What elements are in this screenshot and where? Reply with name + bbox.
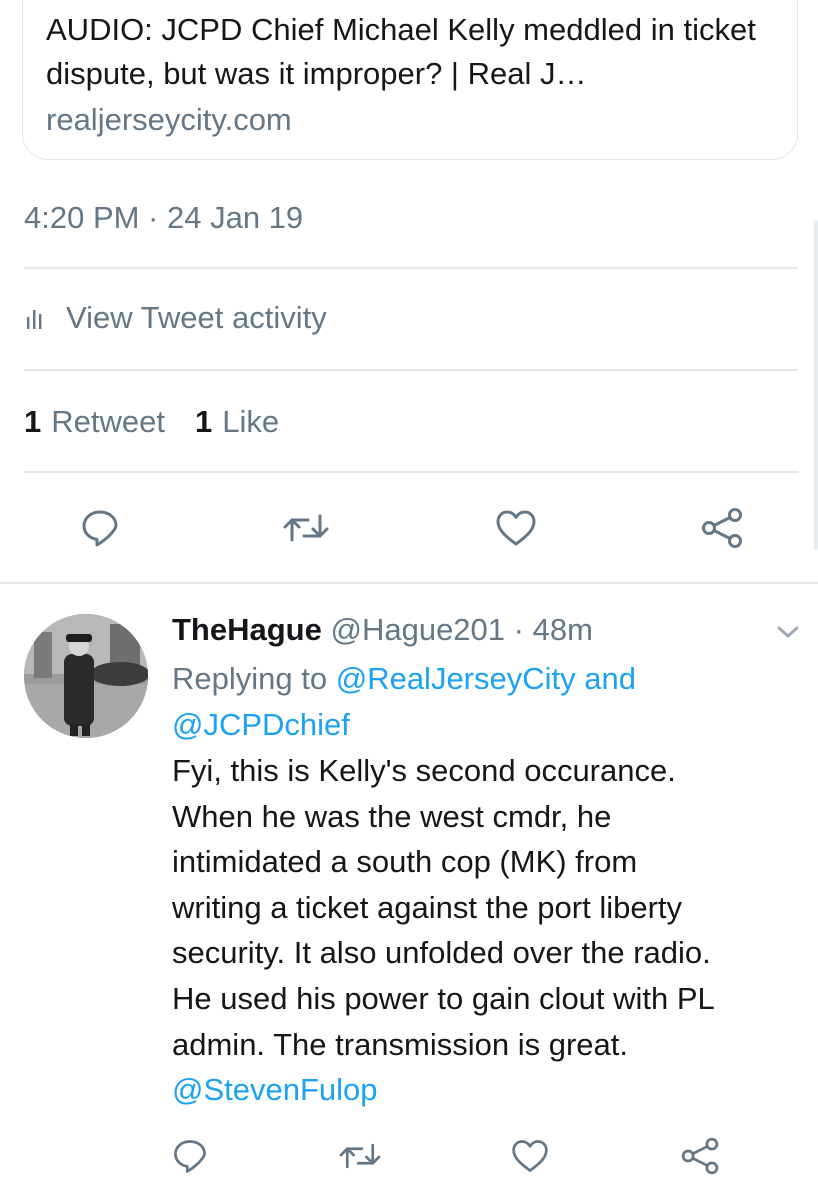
tweet-body-text: Fyi, this is Kelly's second occurance. W…	[172, 753, 715, 1062]
view-tweet-activity-link[interactable]: View Tweet activity	[24, 296, 327, 340]
mention-link[interactable]: @RealJerseyCity	[336, 661, 576, 696]
like-stat[interactable]: 1 Like	[195, 400, 279, 444]
share-icon	[681, 1137, 719, 1175]
link-card-domain: realjerseycity.com	[46, 102, 292, 137]
author-handle[interactable]: @Hague201	[330, 612, 505, 647]
reply-icon	[82, 510, 118, 547]
replying-and: and	[584, 661, 636, 696]
retweet-count: 1	[24, 404, 42, 439]
scrollbar[interactable]	[814, 220, 818, 550]
header-separator: ·	[513, 612, 524, 647]
tweet-options-button[interactable]	[770, 618, 806, 646]
tweet-text: Fyi, this is Kelly's second occurance. W…	[172, 748, 802, 1113]
retweet-label: Retweet	[51, 404, 165, 439]
reply-button[interactable]	[160, 1126, 220, 1186]
tweet-timestamp[interactable]: 4:20 PM · 24 Jan 19	[24, 196, 303, 240]
author-name[interactable]: TheHague	[172, 612, 322, 647]
divider	[24, 471, 798, 473]
link-card-title[interactable]: AUDIO: JCPD Chief Michael Kelly meddled …	[46, 8, 786, 96]
engagement-stats: 1 Retweet 1 Like	[24, 400, 279, 444]
bar-chart-icon	[27, 310, 42, 329]
share-button[interactable]	[692, 498, 752, 558]
retweet-stat[interactable]: 1 Retweet	[24, 400, 165, 444]
reply-button[interactable]	[70, 498, 130, 558]
reply-header: TheHague @Hague201 · 48m	[172, 608, 593, 652]
reply-time-ago: 48m	[532, 612, 593, 647]
share-icon	[702, 508, 742, 548]
like-button[interactable]	[500, 1126, 560, 1186]
like-count: 1	[194, 404, 213, 439]
retweet-icon	[283, 514, 329, 542]
reply-icon	[174, 1140, 206, 1173]
chevron-down-icon	[777, 626, 799, 638]
retweet-icon	[339, 1143, 381, 1169]
tweet-separator	[0, 582, 818, 584]
share-button[interactable]	[670, 1126, 730, 1186]
heart-icon	[496, 510, 536, 546]
divider	[24, 267, 798, 269]
mention-link[interactable]: @JCPDchief	[172, 707, 350, 742]
divider	[24, 369, 798, 371]
like-label: Like	[222, 404, 280, 439]
avatar[interactable]	[24, 614, 148, 738]
like-button[interactable]	[486, 498, 546, 558]
replying-prefix: Replying to	[172, 661, 328, 696]
heart-icon	[512, 1140, 548, 1172]
retweet-button[interactable]	[330, 1126, 390, 1186]
replying-to-line: Replying to @RealJerseyCity and @JCPDchi…	[172, 656, 792, 748]
view-tweet-activity-label: View Tweet activity	[66, 300, 327, 335]
avatar-photo	[24, 614, 148, 738]
tweet-mention-link[interactable]: @StevenFulop	[172, 1072, 378, 1107]
retweet-button[interactable]	[276, 498, 336, 558]
